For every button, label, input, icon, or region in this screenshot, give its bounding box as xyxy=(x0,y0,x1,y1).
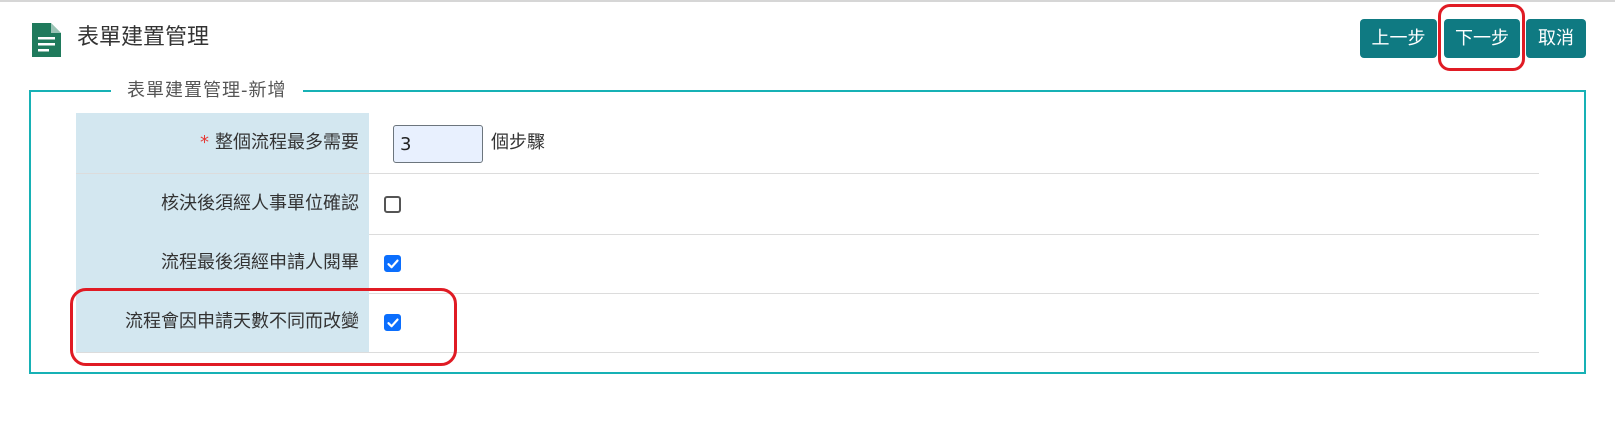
form-row: 核決後須經人事單位確認 xyxy=(76,174,1539,235)
max-steps-label: * 整個流程最多需要 xyxy=(76,113,369,173)
document-icon xyxy=(32,23,61,57)
steps-unit-label: 個步驟 xyxy=(491,132,545,153)
varies-by-days-label: 流程會因申請天數不同而改變 xyxy=(76,292,369,352)
applicant-read-label: 流程最後須經申請人閱畢 xyxy=(76,233,369,293)
applicant-read-checkbox[interactable] xyxy=(384,255,401,272)
checkmark-icon xyxy=(387,318,399,328)
previous-step-button[interactable]: 上一步 xyxy=(1360,19,1437,58)
top-divider xyxy=(0,0,1615,2)
page-title: 表單建置管理 xyxy=(77,25,210,50)
max-steps-input[interactable] xyxy=(393,125,483,163)
max-steps-label-text: 整個流程最多需要 xyxy=(215,132,359,153)
fieldset-legend: 表單建置管理-新增 xyxy=(111,78,303,104)
checkmark-icon xyxy=(387,259,399,269)
hr-confirm-checkbox[interactable] xyxy=(384,196,401,213)
form-row: 流程最後須經申請人閱畢 xyxy=(76,233,1539,294)
varies-by-days-checkbox[interactable] xyxy=(384,314,401,331)
hr-confirm-label: 核決後須經人事單位確認 xyxy=(76,174,369,234)
next-step-button[interactable]: 下一步 xyxy=(1444,19,1520,58)
cancel-button[interactable]: 取消 xyxy=(1526,19,1586,58)
max-steps-row: * 整個流程最多需要 個步驟 xyxy=(76,113,1539,174)
form-row: 流程會因申請天數不同而改變 xyxy=(76,292,1539,353)
required-mark: * xyxy=(200,132,209,153)
